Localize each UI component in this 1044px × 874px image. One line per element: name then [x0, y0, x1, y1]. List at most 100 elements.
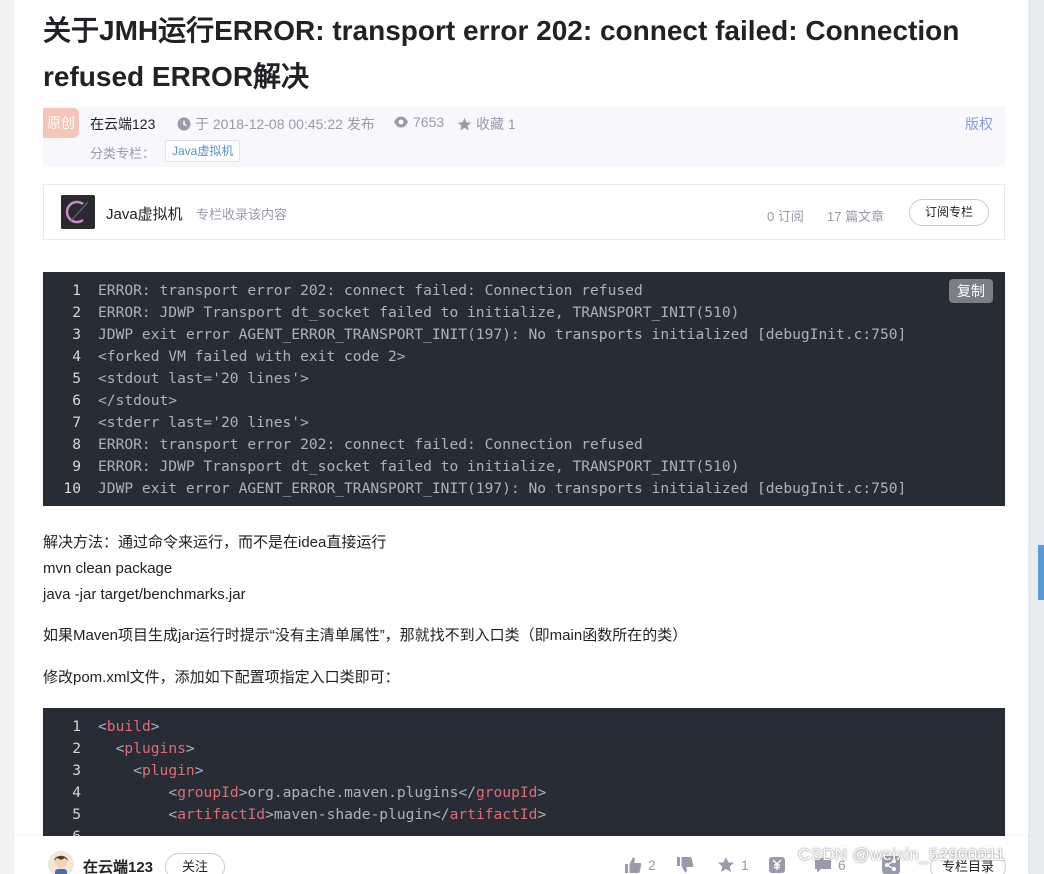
xml-tag-name: groupId: [177, 784, 239, 801]
column-article-count: 17 篇文章: [827, 209, 885, 224]
thumbs-up-icon: [625, 857, 642, 873]
coin-icon: [769, 857, 785, 873]
line-number: 7: [72, 414, 81, 431]
xml-text: </: [432, 806, 450, 823]
column-logo-icon: [61, 195, 95, 229]
csdn-watermark: CSDN @weixin_52900011: [798, 845, 1006, 864]
category-label: 分类专栏：: [90, 146, 156, 161]
article-container: 关于JMH运行ERROR: transport error 202: conne…: [14, 0, 1028, 874]
star-icon: [457, 117, 472, 130]
code-text: <stdout last='20 lines'>: [98, 370, 309, 387]
line-number: 5: [72, 370, 81, 387]
scrollbar-thumb[interactable]: [1038, 545, 1044, 600]
line-number: 10: [63, 480, 81, 497]
column-subscribers: 0 订阅: [767, 209, 804, 224]
code-text: JDWP exit error AGENT_ERROR_TRANSPORT_IN…: [98, 480, 907, 497]
code-text: JDWP exit error AGENT_ERROR_TRANSPORT_IN…: [98, 326, 907, 343]
solution-line-3: java -jar target/benchmarks.jar: [43, 586, 246, 603]
xml-text: >: [537, 784, 547, 801]
like-count: 2: [648, 857, 656, 873]
line-number: 3: [72, 762, 81, 779]
line-number: 1: [72, 282, 81, 299]
article-title: 关于JMH运行ERROR: transport error 202: conne…: [43, 8, 1005, 100]
code-text: ERROR: JDWP Transport dt_socket failed t…: [98, 458, 740, 475]
solution-line-2: mvn clean package: [43, 560, 173, 577]
article-title-line1: 关于JMH运行ERROR: transport error 202: conne…: [43, 15, 960, 46]
code-text: <groupId>org.apache.maven.plugins</group…: [98, 782, 546, 804]
xml-text: maven-shade-plugin: [273, 806, 433, 823]
publish-time: 于 2018-12-08 00:45:22 发布: [177, 114, 375, 134]
favorite-button[interactable]: 收藏 1: [457, 114, 516, 134]
line-number: 9: [72, 458, 81, 475]
clock-icon: [177, 117, 191, 131]
code-text: <plugin>: [98, 760, 204, 782]
xml-text: >: [265, 806, 274, 823]
code-text: ERROR: transport error 202: connect fail…: [98, 282, 643, 299]
article-meta-box: 原创 在云端123 于 2018-12-08 00:45:22 发布 7653 …: [43, 106, 1005, 167]
xml-tag-name: plugin: [141, 762, 195, 779]
xml-text: org.apache.maven.plugins: [247, 784, 459, 801]
xml-text: <: [168, 784, 178, 801]
avatar-icon: [48, 851, 74, 874]
code-block-2: 1 <build> 2 <plugins> 3 <plugin> 4 <groupId>org…: [43, 708, 1005, 845]
column-card: Java虚拟机 专栏收录该内容 0 订阅 17 篇文章 订阅专栏: [43, 184, 1005, 240]
follow-button[interactable]: 关注: [165, 853, 225, 874]
thumbs-down-icon: [677, 857, 694, 873]
favorite-text: 收藏 1: [476, 116, 516, 132]
column-name[interactable]: Java虚拟机: [106, 203, 183, 224]
subscribe-column-button[interactable]: 订阅专栏: [909, 199, 989, 226]
bottom-author-name[interactable]: 在云端123: [83, 856, 153, 874]
xml-tag-name: plugins: [124, 740, 186, 757]
code-text: ERROR: JDWP Transport dt_socket failed t…: [98, 304, 740, 321]
code-text: <plugins>: [98, 738, 195, 760]
code-text: <forked VM failed with exit code 2>: [98, 348, 406, 365]
author-link[interactable]: 在云端123: [90, 114, 155, 134]
author-avatar[interactable]: [48, 851, 74, 874]
xml-text: >: [194, 762, 204, 779]
code-text: <stderr last='20 lines'>: [98, 414, 309, 431]
xml-text: >: [185, 740, 195, 757]
line-number: 6: [72, 392, 81, 409]
line-number: 4: [72, 784, 81, 801]
pom-paragraph: 修改pom.xml文件，添加如下配置项指定入口类即可：: [43, 669, 400, 686]
xml-text: </: [458, 784, 476, 801]
reward-count: 1: [741, 857, 749, 873]
xml-text: <: [133, 762, 142, 779]
view-count-text: 7653: [413, 114, 445, 130]
article-title-line2: refused ERROR解决: [43, 61, 310, 92]
solution-paragraph: 解决方法：通过命令来运行，而不是在idea直接运行 mvn clean pack…: [43, 530, 386, 608]
xml-tag-name: groupId: [475, 784, 538, 801]
line-number: 8: [72, 436, 81, 453]
dislike-button[interactable]: [676, 856, 700, 874]
xml-text: <: [98, 718, 107, 735]
publish-time-text: 于 2018-12-08 00:45:22 发布: [195, 116, 375, 132]
copyright-link[interactable]: 版权: [965, 114, 993, 134]
xml-text: >: [238, 784, 248, 801]
column-cover-image[interactable]: [61, 195, 95, 229]
code-block-1: 复制 1 ERROR: transport error 202: connect …: [43, 272, 1005, 506]
page-left-margin: [0, 0, 14, 874]
xml-text: >: [537, 806, 547, 823]
line-number: 3: [72, 326, 81, 343]
star-icon: [718, 857, 734, 872]
xml-tag-name: artifactId: [177, 806, 266, 823]
code-text: <artifactId>maven-shade-plugin</artifact…: [98, 804, 546, 826]
line-number: 5: [72, 806, 81, 823]
page-right-margin: [1028, 0, 1044, 874]
eye-icon: [394, 116, 408, 128]
category-tag[interactable]: Java虚拟机: [165, 140, 241, 162]
xml-text: >: [150, 718, 160, 735]
xml-text: <: [168, 806, 178, 823]
code-text: ERROR: transport error 202: connect fail…: [98, 436, 643, 453]
manifest-paragraph: 如果Maven项目生成jar运行时提示“没有主清单属性”，那就找不到入口类（即m…: [43, 627, 688, 644]
view-count: 7653: [393, 114, 444, 130]
tip-button[interactable]: [768, 856, 792, 874]
original-badge: 原创: [43, 108, 79, 138]
line-number: 2: [72, 740, 81, 757]
xml-tag-name: artifactId: [449, 806, 538, 823]
solution-line-1: 解决方法：通过命令来运行，而不是在idea直接运行: [43, 534, 387, 551]
column-description: 专栏收录该内容: [196, 207, 288, 222]
copy-code-button[interactable]: 复制: [949, 279, 993, 303]
like-button[interactable]: 2: [624, 856, 656, 874]
reward-button[interactable]: 1: [717, 856, 749, 874]
